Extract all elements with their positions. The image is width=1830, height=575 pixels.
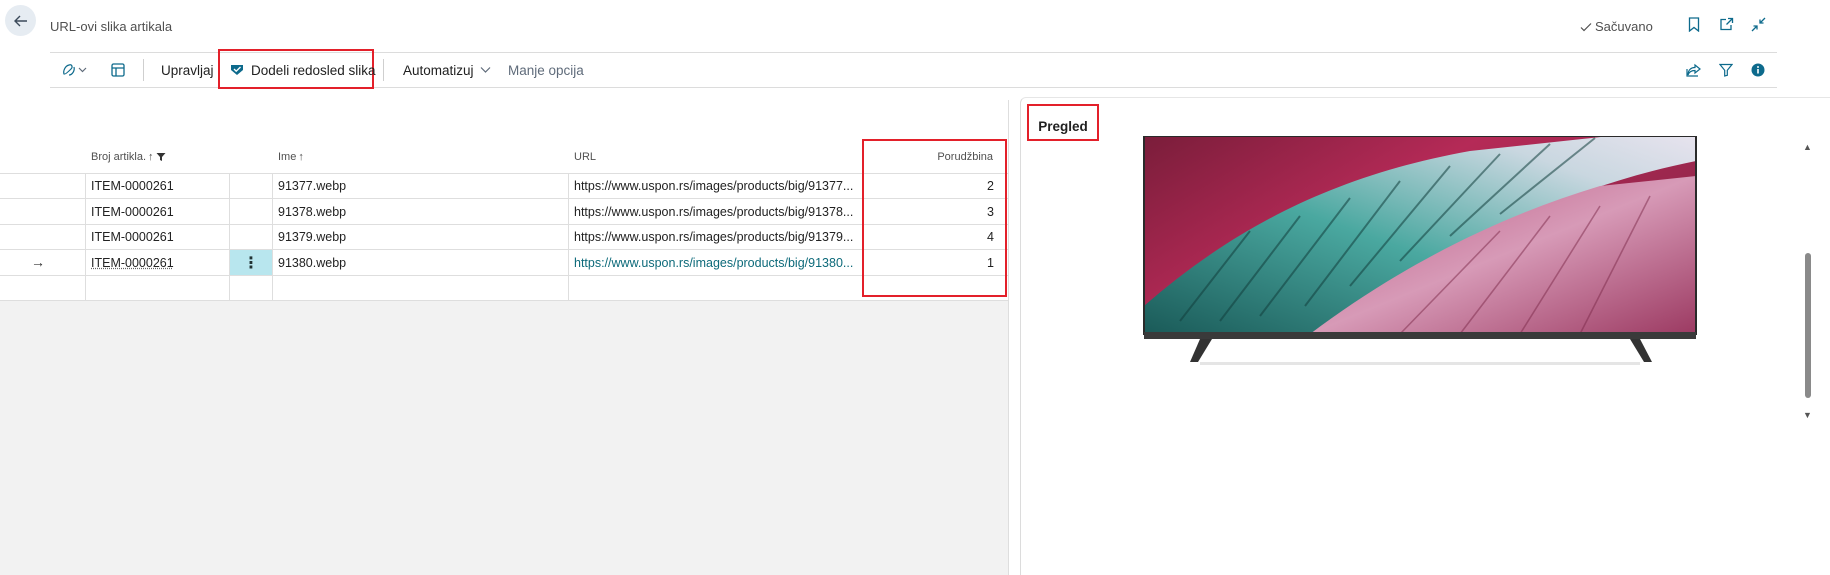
assign-image-order-label: Dodeli redosled slika [251, 62, 376, 78]
product-image [1143, 136, 1697, 365]
bookmark-icon [1688, 16, 1700, 32]
row-divider [0, 275, 1009, 276]
copilot-icon [63, 64, 87, 76]
manage-button[interactable]: Upravljaj [161, 61, 214, 79]
cell-url[interactable]: https://www.uspon.rs/images/products/big… [574, 205, 864, 219]
row-divider [0, 224, 1009, 225]
row-divider [0, 300, 1009, 301]
fewer-options-button[interactable]: Manje opcija [508, 61, 584, 79]
open-new-window-button[interactable] [1716, 14, 1736, 34]
column-filter-icon [156, 153, 166, 161]
arrow-left-icon [13, 15, 27, 26]
grid-body [0, 100, 1009, 300]
row-actions-button[interactable]: ⋮ [230, 250, 272, 275]
column-divider [568, 173, 569, 300]
column-divider [272, 173, 273, 300]
open-in-new-window-icon [1719, 17, 1733, 30]
copilot-menu-button[interactable] [60, 61, 88, 79]
automate-menu-button[interactable]: Automatizuj [403, 61, 491, 79]
share-button[interactable] [1684, 60, 1704, 80]
action-separator [383, 59, 384, 81]
bookmark-button[interactable] [1684, 14, 1704, 34]
column-header-item-no-label: Broj artikla. [91, 151, 147, 163]
page-layout-icon [111, 63, 125, 77]
info-icon [1751, 63, 1765, 77]
cell-url-link[interactable]: https://www.uspon.rs/images/products/big… [574, 256, 864, 270]
cell-item-no[interactable]: ITEM-0000261 [91, 205, 174, 219]
automate-label: Automatizuj [403, 62, 474, 78]
back-button[interactable] [5, 5, 36, 36]
scroll-down-icon[interactable]: ▼ [1803, 410, 1812, 420]
cell-url[interactable]: https://www.uspon.rs/images/products/big… [574, 179, 864, 193]
column-divider [229, 173, 230, 300]
share-icon [1686, 63, 1701, 77]
column-header-url-label: URL [574, 151, 597, 163]
cell-name[interactable]: 91378.webp [278, 205, 346, 219]
collapse-button[interactable] [1748, 14, 1768, 34]
column-header-item-no[interactable]: Broj artikla. ↑ [91, 151, 166, 163]
info-button[interactable] [1748, 60, 1768, 80]
filter-button[interactable] [1716, 60, 1736, 80]
cell-name[interactable]: 91377.webp [278, 179, 346, 193]
saved-status: Sačuvano [1580, 19, 1653, 34]
more-vertical-icon: ⋮ [243, 254, 259, 272]
cell-url[interactable]: https://www.uspon.rs/images/products/big… [574, 230, 864, 244]
checkmark-icon [1580, 22, 1592, 31]
assign-image-order-button[interactable]: Dodeli redosled slika [229, 61, 376, 79]
order-column-highlight [862, 139, 1007, 297]
collapse-icon [1751, 17, 1765, 31]
row-divider [0, 249, 1009, 250]
page-title: URL-ovi slika artikala [50, 19, 173, 34]
column-header-name[interactable]: Ime ↑ [278, 151, 304, 163]
action-separator [143, 59, 144, 81]
column-header-name-label: Ime [278, 151, 297, 163]
page-layout-button[interactable] [110, 61, 126, 79]
filter-icon [1719, 63, 1733, 77]
chevron-down-icon [480, 67, 490, 73]
cell-name[interactable]: 91380.webp [278, 256, 346, 270]
sort-ascending-icon: ↑ [298, 151, 304, 163]
grid-right-border [1008, 100, 1009, 575]
assign-order-icon [231, 65, 243, 75]
saved-label: Sačuvano [1595, 19, 1653, 34]
preview-title-highlight [1027, 104, 1099, 141]
cell-item-no[interactable]: ITEM-0000261 [91, 256, 174, 270]
cell-item-no[interactable]: ITEM-0000261 [91, 230, 174, 244]
cell-name[interactable]: 91379.webp [278, 230, 346, 244]
column-header-url[interactable]: URL [574, 151, 596, 163]
cell-item-no[interactable]: ITEM-0000261 [91, 179, 174, 193]
column-divider [85, 173, 86, 300]
sort-ascending-icon: ↑ [148, 151, 154, 163]
row-divider [0, 198, 1009, 199]
row-selector-arrow-icon: → [31, 254, 45, 270]
row-divider [0, 173, 1009, 174]
preview-scrollbar-thumb[interactable] [1805, 253, 1811, 398]
scroll-up-icon[interactable]: ▲ [1803, 142, 1812, 152]
